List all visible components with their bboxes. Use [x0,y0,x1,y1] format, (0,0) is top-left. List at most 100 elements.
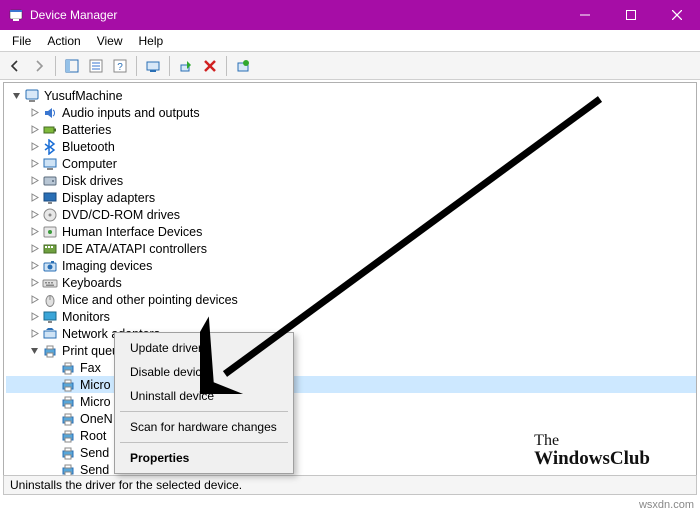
monitor-icon [42,309,58,325]
expand-collapse-icon[interactable] [28,226,40,238]
context-update-driver[interactable]: Update driver [118,336,290,360]
expand-collapse-icon[interactable] [28,328,40,340]
tree-item-label: Micro [80,395,111,409]
separator [169,56,170,76]
tree-category[interactable]: Disk drives [6,172,696,189]
watermark-line2: WindowsClub [534,449,650,468]
tree-item-label: Disk drives [62,174,123,188]
tree-device[interactable]: Micro [6,393,696,410]
tree-category[interactable]: Computer [6,155,696,172]
disk-icon [42,173,58,189]
update-driver-button[interactable] [232,55,254,77]
expand-collapse-icon[interactable] [28,345,40,357]
context-scan-hardware[interactable]: Scan for hardware changes [118,415,290,439]
expand-collapse-icon[interactable] [28,175,40,187]
printer-icon [60,445,76,461]
watermark-line1: The [534,433,650,449]
uninstall-button[interactable] [199,55,221,77]
minimize-button[interactable] [562,0,608,30]
statusbar-text: Uninstalls the driver for the selected d… [10,478,242,492]
expand-collapse-icon[interactable] [28,158,40,170]
expand-collapse-icon[interactable] [28,260,40,272]
menu-view[interactable]: View [89,32,131,50]
tree-item-label: IDE ATA/ATAPI controllers [62,242,207,256]
pc-icon [24,88,40,104]
forward-button[interactable] [28,55,50,77]
printer-icon [60,394,76,410]
tree-category[interactable]: DVD/CD-ROM drives [6,206,696,223]
help-button[interactable]: ? [109,55,131,77]
tree-category[interactable]: Mice and other pointing devices [6,291,696,308]
close-button[interactable] [654,0,700,30]
tree-item-label: DVD/CD-ROM drives [62,208,180,222]
menu-file[interactable]: File [4,32,39,50]
properties-button[interactable] [85,55,107,77]
tree-item-label: Root [80,429,106,443]
tree-item-label: YusufMachine [44,89,123,103]
tree-item-label: Send [80,446,109,460]
expand-collapse-icon[interactable] [28,209,40,221]
tree-device[interactable]: Fax [6,359,696,376]
source-attribution: wsxdn.com [639,499,694,511]
app-icon [8,7,24,23]
menu-help[interactable]: Help [131,32,172,50]
expand-collapse-icon[interactable] [28,107,40,119]
expand-collapse-icon[interactable] [28,311,40,323]
tree-category[interactable]: Bluetooth [6,138,696,155]
tree-category[interactable]: Human Interface Devices [6,223,696,240]
tree-device[interactable]: OneN [6,410,696,427]
expand-collapse-icon [46,464,58,476]
expand-collapse-icon [46,430,58,442]
tree-item-label: Display adapters [62,191,155,205]
context-menu: Update driver Disable device Uninstall d… [114,332,294,474]
tree-category[interactable]: Imaging devices [6,257,696,274]
tree-item-label: OneN [80,412,113,426]
tree-category[interactable]: Display adapters [6,189,696,206]
context-uninstall-device[interactable]: Uninstall device [118,384,290,408]
expand-collapse-icon[interactable] [10,90,22,102]
optical-icon [42,207,58,223]
svg-text:?: ? [117,62,123,73]
tree-item-label: Monitors [62,310,110,324]
tree-category-print-queues[interactable]: Print queues [6,342,696,359]
back-button[interactable] [4,55,26,77]
expand-collapse-icon[interactable] [28,141,40,153]
tree-category[interactable]: Audio inputs and outputs [6,104,696,121]
printer-icon [60,411,76,427]
tree-category[interactable]: Keyboards [6,274,696,291]
expand-collapse-icon[interactable] [28,124,40,136]
menu-action[interactable]: Action [39,32,88,50]
maximize-button[interactable] [608,0,654,30]
hid-icon [42,224,58,240]
printer-icon [42,343,58,359]
keyboard-icon [42,275,58,291]
expand-collapse-icon[interactable] [28,192,40,204]
context-properties[interactable]: Properties [118,446,290,470]
display-icon [42,190,58,206]
show-hide-tree-button[interactable] [61,55,83,77]
speaker-icon [42,105,58,121]
expand-collapse-icon [46,396,58,408]
tree-category[interactable]: Network adapters [6,325,696,342]
tree-item-label: Micro [80,378,111,392]
network-icon [42,326,58,342]
printer-icon [60,377,76,393]
scan-hardware-button[interactable] [142,55,164,77]
device-tree[interactable]: YusufMachineAudio inputs and outputsBatt… [4,83,696,488]
expand-collapse-icon[interactable] [28,277,40,289]
separator [136,56,137,76]
expand-collapse-icon [46,362,58,374]
expand-collapse-icon[interactable] [28,243,40,255]
expand-collapse-icon[interactable] [28,294,40,306]
tree-category[interactable]: Batteries [6,121,696,138]
context-disable-device[interactable]: Disable device [118,360,290,384]
tree-category[interactable]: Monitors [6,308,696,325]
tree-root[interactable]: YusufMachine [6,87,696,104]
tree-device[interactable]: Micro [6,376,696,393]
tree-category[interactable]: IDE ATA/ATAPI controllers [6,240,696,257]
context-separator [120,442,288,443]
printer-icon [60,360,76,376]
bluetooth-icon [42,139,58,155]
tree-item-label: Imaging devices [62,259,152,273]
enable-button[interactable] [175,55,197,77]
